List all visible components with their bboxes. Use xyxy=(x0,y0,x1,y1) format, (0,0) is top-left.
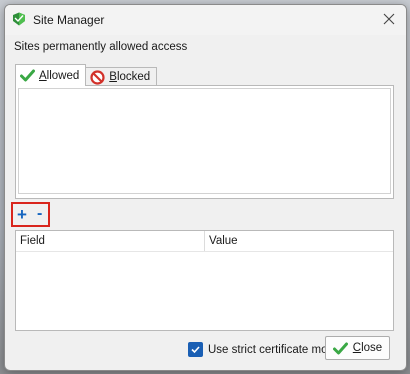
close-icon[interactable] xyxy=(380,10,398,28)
tab-allowed-label: Allowed xyxy=(39,69,80,82)
tab-allowed[interactable]: Allowed xyxy=(15,64,87,86)
close-button[interactable]: Close xyxy=(325,336,390,360)
table-header: Field Value xyxy=(16,231,393,252)
sites-description: Sites permanently allowed access xyxy=(14,41,188,53)
site-properties-table[interactable]: Field Value xyxy=(15,230,394,331)
checkmark-icon xyxy=(332,341,348,356)
strict-mode-label: Use strict certificate mode xyxy=(208,343,341,356)
tab-strip: Allowed Blocked xyxy=(15,64,158,86)
add-remove-toolbar: + - xyxy=(11,202,50,227)
checkmark-icon xyxy=(20,68,35,83)
strict-mode-checkbox[interactable] xyxy=(188,342,203,357)
remove-site-button[interactable]: - xyxy=(37,204,42,224)
tab-blocked-label: Blocked xyxy=(109,71,151,83)
blocked-icon xyxy=(90,69,105,85)
tab-blocked[interactable]: Blocked xyxy=(85,67,158,86)
site-manager-dialog: Site Manager Sites permanently allowed a… xyxy=(4,4,407,371)
title-bar: Site Manager xyxy=(5,5,406,35)
column-header-field[interactable]: Field xyxy=(16,231,205,251)
allowed-sites-list[interactable] xyxy=(18,88,391,194)
add-site-button[interactable]: + xyxy=(17,204,27,225)
close-button-label: Close xyxy=(352,342,383,354)
tab-panel-allowed xyxy=(15,85,394,199)
strict-certificate-option[interactable]: Use strict certificate mode xyxy=(188,342,340,357)
site-manager-shield-icon xyxy=(12,12,26,26)
column-header-value[interactable]: Value xyxy=(205,231,393,251)
window-title: Site Manager xyxy=(33,13,105,27)
